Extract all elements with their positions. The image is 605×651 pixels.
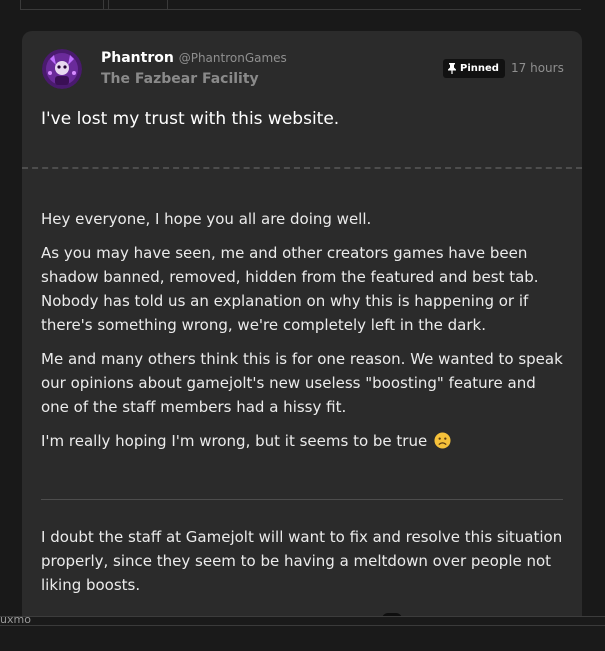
avatar-image bbox=[42, 49, 82, 89]
post-paragraph: I doubt the staff at Gamejolt will want … bbox=[41, 528, 563, 594]
pinned-label: Pinned bbox=[460, 63, 499, 74]
post-paragraph: Me and many others think this is for one… bbox=[41, 350, 563, 416]
post-title: I've lost my trust with this website. bbox=[41, 109, 340, 129]
pin-icon bbox=[448, 63, 456, 74]
divider bbox=[22, 167, 582, 169]
divider bbox=[0, 625, 605, 626]
post-paragraph-with-emoji: I'm really hoping I'm wrong, but it seem… bbox=[41, 429, 566, 453]
bottom-bar: uxmo bbox=[0, 613, 605, 651]
post-body-followup: I doubt the staff at Gamejolt will want … bbox=[41, 525, 566, 607]
pinned-badge: Pinned bbox=[443, 59, 505, 78]
community-link[interactable]: The Fazbear Facility bbox=[101, 71, 259, 87]
bottom-bar-text: uxmo bbox=[0, 613, 31, 626]
post-timestamp[interactable]: 17 hours bbox=[511, 61, 564, 75]
post-body: Hey everyone, I hope you all are doing w… bbox=[41, 207, 566, 463]
post-paragraph: I'm really hoping I'm wrong, but it seem… bbox=[41, 432, 428, 450]
tab[interactable] bbox=[108, 0, 168, 9]
page: Phantron @PhantronGames The Fazbear Faci… bbox=[0, 0, 605, 651]
author-handle[interactable]: @PhantronGames bbox=[179, 51, 287, 65]
author-display-name[interactable]: Phantron bbox=[101, 50, 174, 66]
post-paragraph: As you may have seen, me and other creat… bbox=[41, 244, 539, 334]
tab[interactable] bbox=[20, 0, 104, 9]
author-name[interactable]: Phantron @PhantronGames bbox=[101, 50, 287, 66]
frowning-face-emoji bbox=[434, 432, 451, 449]
author-avatar[interactable] bbox=[42, 49, 82, 89]
post-card: Phantron @PhantronGames The Fazbear Faci… bbox=[22, 31, 582, 651]
post-paragraph: Hey everyone, I hope you all are doing w… bbox=[41, 210, 372, 228]
top-tab-bar bbox=[20, 0, 581, 10]
divider bbox=[41, 499, 563, 500]
